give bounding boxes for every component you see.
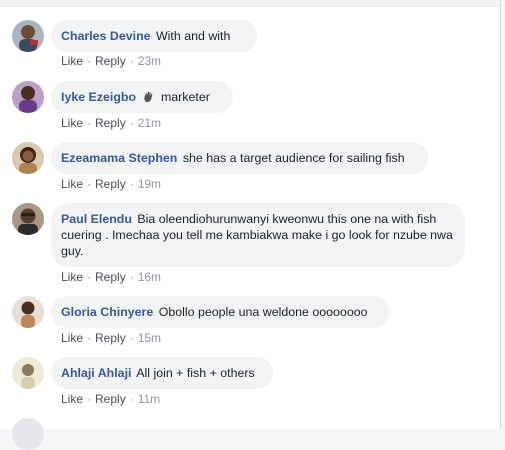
avatar[interactable] bbox=[12, 81, 44, 113]
comment-bubble: Charles Devine With and with bbox=[51, 20, 257, 52]
avatar[interactable] bbox=[12, 203, 44, 235]
comment-text: All join + fish + others bbox=[136, 366, 255, 380]
comment-bubble: Ahlaji Ahlaji All join + fish + others bbox=[51, 357, 273, 389]
comment-time[interactable]: 16m bbox=[138, 270, 161, 284]
panel-top-border bbox=[0, 0, 500, 7]
comment-bubble: Ezeamama Stephen she has a target audien… bbox=[51, 142, 428, 174]
reply-link[interactable]: Reply bbox=[95, 177, 126, 191]
comment-bubble: Iyke Ezeigbo marketer bbox=[51, 81, 233, 113]
comment-author[interactable]: Iyke Ezeigbo bbox=[61, 90, 136, 104]
avatar[interactable] bbox=[12, 357, 44, 389]
comment-author[interactable]: Gloria Chinyere bbox=[61, 305, 153, 319]
comment-text: marketer bbox=[160, 90, 210, 104]
comment-author[interactable]: Ahlaji Ahlaji bbox=[61, 366, 131, 380]
comment-bubble: Paul Elendu Bia oleendiohurunwanyi kweon… bbox=[51, 203, 465, 267]
avatar[interactable] bbox=[12, 418, 44, 450]
comment-time[interactable]: 15m bbox=[138, 331, 161, 345]
comment-actions: Like · Reply · 16m bbox=[61, 270, 162, 284]
comment-text: With and with bbox=[155, 29, 231, 43]
comment-time[interactable]: 23m bbox=[138, 54, 161, 68]
comment-time[interactable]: 21m bbox=[138, 116, 161, 130]
reply-link[interactable]: Reply bbox=[95, 116, 126, 130]
comment-author[interactable]: Ezeamama Stephen bbox=[61, 151, 177, 165]
comment-actions: Like · Reply · 19m bbox=[61, 177, 162, 191]
comment-text: Obollo people una weldone oooooooo bbox=[158, 305, 368, 319]
avatar[interactable] bbox=[12, 296, 44, 328]
comment-author[interactable]: Paul Elendu bbox=[61, 212, 132, 226]
like-link[interactable]: Like bbox=[61, 331, 83, 345]
comment-actions: Like · Reply · 15m bbox=[61, 331, 162, 345]
avatar-image bbox=[12, 81, 44, 113]
avatar-image bbox=[12, 20, 44, 52]
comments-panel: Charles Devine With and with Like · Reply ·… bbox=[0, 0, 501, 450]
reply-link[interactable]: Reply bbox=[95, 270, 126, 284]
waving-hand-icon bbox=[143, 91, 155, 107]
avatar-image bbox=[12, 142, 44, 174]
like-link[interactable]: Like bbox=[61, 177, 83, 191]
reply-link[interactable]: Reply bbox=[95, 392, 126, 406]
like-link[interactable]: Like bbox=[61, 54, 83, 68]
like-link[interactable]: Like bbox=[61, 392, 83, 406]
avatar[interactable] bbox=[12, 20, 44, 52]
reply-link[interactable]: Reply bbox=[95, 54, 126, 68]
reply-link[interactable]: Reply bbox=[95, 331, 126, 345]
comment-actions: Like · Reply · 21m bbox=[61, 116, 162, 130]
avatar-image bbox=[12, 296, 44, 328]
comment-time[interactable]: 11m bbox=[138, 392, 160, 406]
comment-actions: Like · Reply · 23m bbox=[61, 54, 162, 68]
comment-text: she has a target audience for sailing fi… bbox=[182, 151, 405, 165]
like-link[interactable]: Like bbox=[61, 116, 83, 130]
like-link[interactable]: Like bbox=[61, 270, 83, 284]
comment-author[interactable]: Charles Devine bbox=[61, 29, 151, 43]
avatar-image bbox=[12, 203, 44, 235]
comment-actions: Like · Reply · 11m bbox=[61, 392, 161, 406]
avatar-image bbox=[12, 357, 44, 389]
comment-bubble: Gloria Chinyere Obollo people una weldon… bbox=[51, 296, 390, 328]
avatar[interactable] bbox=[12, 142, 44, 174]
comment-time[interactable]: 19m bbox=[138, 177, 161, 191]
